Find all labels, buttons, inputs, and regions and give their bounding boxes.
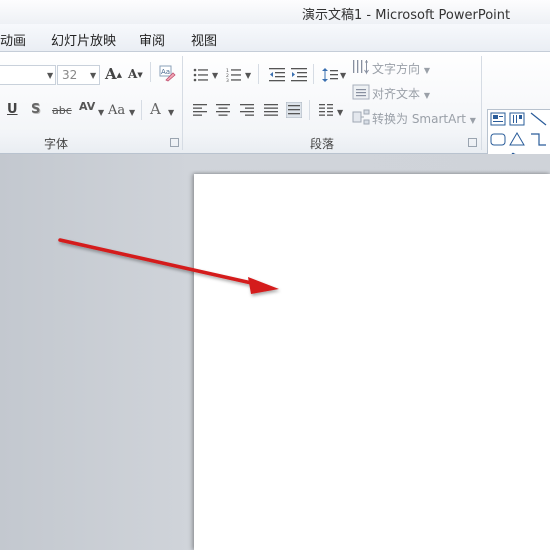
red-arrow-annotation	[58, 238, 279, 294]
arrow-shaft	[58, 238, 258, 286]
arrow-head	[248, 277, 279, 294]
